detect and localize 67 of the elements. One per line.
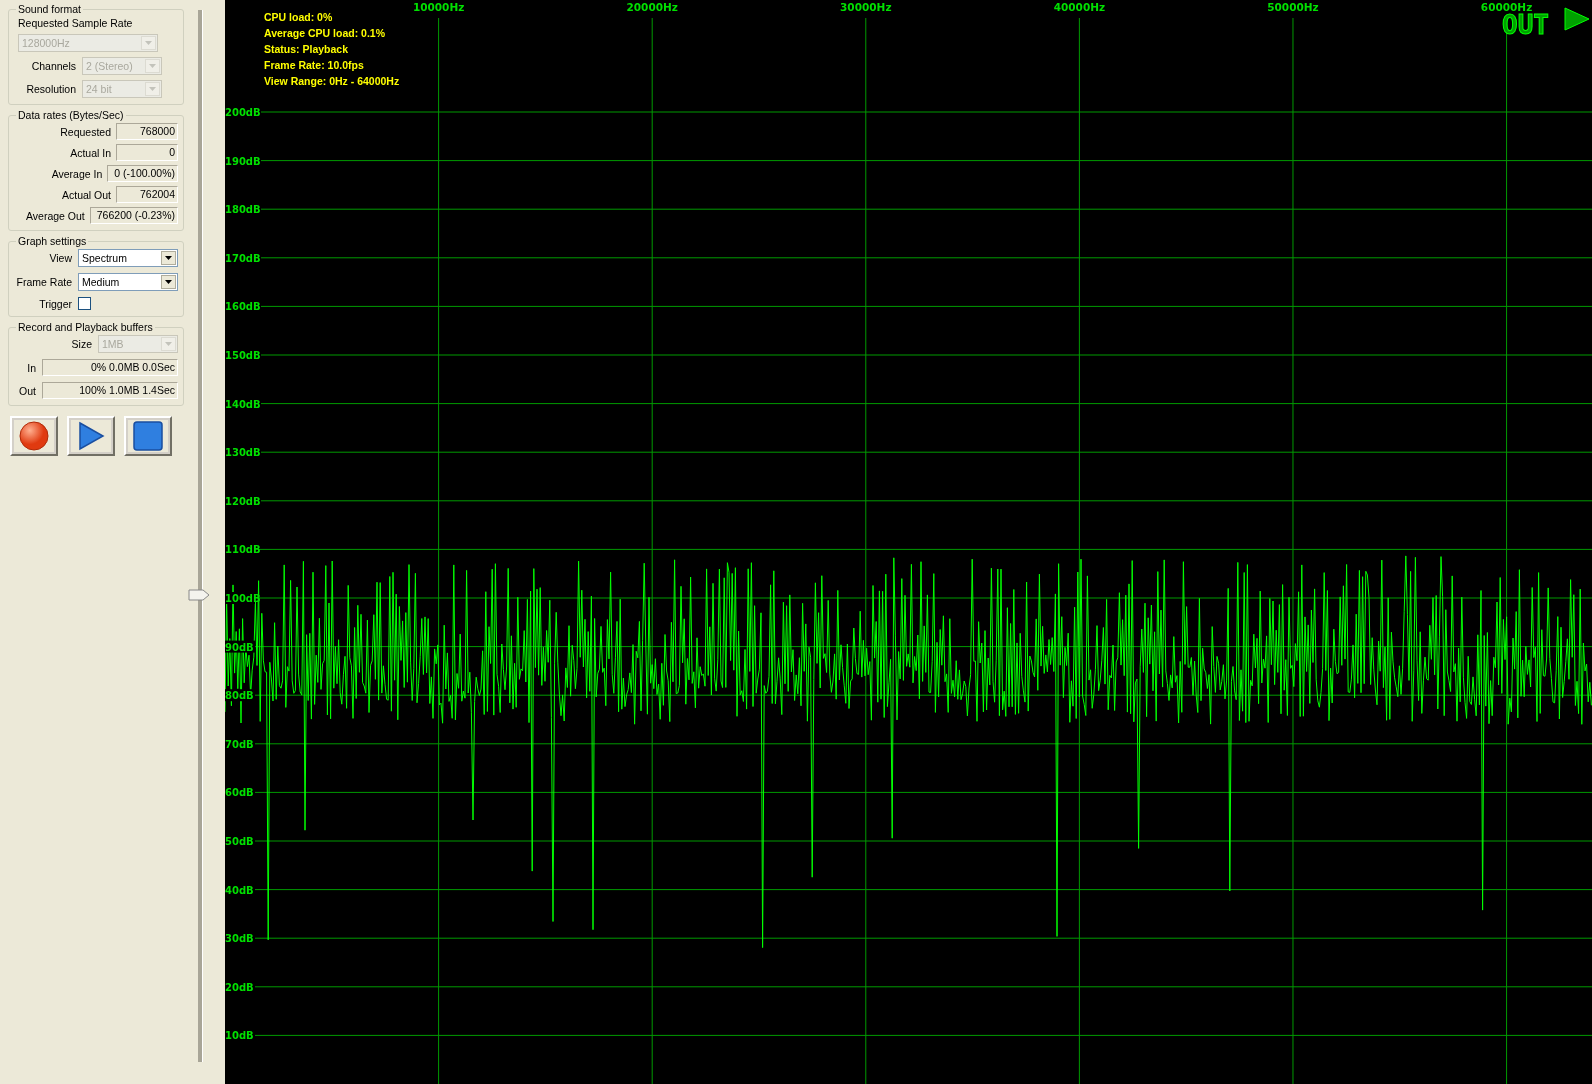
record-icon [19, 421, 49, 451]
rate-label: Average In [51, 167, 103, 180]
rate-value: 0 (-100.00%) [107, 165, 178, 182]
slider-track[interactable] [188, 10, 212, 1062]
buffer-value: 0% 0.0MB 0.0Sec [42, 359, 178, 376]
level-label: 70dB [225, 738, 254, 750]
level-label: 190dB [225, 155, 261, 167]
level-label: 10dB [225, 1030, 254, 1042]
level-label: 130dB [225, 447, 261, 459]
field-label: Resolution [25, 83, 76, 95]
field-label: Size [70, 338, 92, 350]
frequency-label: 60000Hz [1480, 1, 1533, 13]
frequency-label: 40000Hz [1053, 1, 1106, 13]
level-label: 150dB [225, 350, 261, 361]
field-label: Trigger [38, 297, 72, 310]
status-text: CPU load: 0% [264, 11, 333, 23]
status-text: Frame Rate: 10.0fps [264, 59, 364, 71]
status-text: View Range: 0Hz - 64000Hz [264, 75, 400, 87]
level-label: 140dB [225, 398, 261, 410]
rate-label: Actual Out [61, 188, 111, 201]
play-button[interactable] [67, 416, 115, 456]
rate-label: Average Out [26, 209, 85, 222]
rate-value: 762004 [116, 186, 178, 203]
group-title: Graph settings [17, 235, 88, 247]
level-label: 60dB [225, 787, 254, 799]
level-label: 170dB [225, 252, 261, 264]
level-label: 50dB [225, 836, 254, 847]
level-label: 110dB [225, 544, 261, 556]
field-label: Channels [30, 60, 76, 72]
frequency-label: 50000Hz [1267, 1, 1319, 13]
play-icon [1564, 7, 1590, 31]
status-text: Average CPU load: 0.1% [264, 27, 385, 39]
rate-value: 766200 (-0.23%) [89, 207, 178, 224]
rate-value: 768000 [116, 123, 178, 140]
field-label: View [48, 252, 72, 264]
group-title: Sound format [17, 3, 83, 15]
frequency-label: 30000Hz [840, 1, 892, 13]
slider-thumb[interactable] [188, 588, 210, 601]
level-label: 180dB [225, 204, 261, 216]
level-label: 90dB [225, 641, 254, 653]
rate-label: Actual In [70, 146, 111, 159]
buffer-label: Out [18, 384, 36, 397]
level-label: 40dB [225, 884, 254, 896]
level-label: 80dB [225, 690, 254, 702]
rate-label: Requested [60, 125, 111, 138]
level-label: 120dB [225, 495, 261, 507]
rate-value: 0 [116, 144, 178, 161]
trigger-checkbox[interactable] [78, 297, 91, 310]
field-label: Requested Sample Rate [17, 17, 134, 29]
frequency-label: 20000Hz [626, 1, 678, 13]
record-button[interactable] [10, 416, 58, 456]
group-title: Data rates (Bytes/Sec) [17, 109, 125, 121]
play-icon [77, 421, 105, 451]
field-label: Frame Rate [15, 276, 72, 288]
level-label: 20dB [225, 981, 254, 993]
level-label: 30dB [225, 933, 254, 945]
level-label: 200dB [225, 107, 261, 118]
stop-icon [133, 421, 163, 451]
graph-dropdown[interactable]: Spectrum [78, 249, 178, 267]
level-label: 160dB [225, 301, 261, 313]
group-title: Record and Playback buffers [17, 321, 154, 333]
frequency-label: 10000Hz [412, 1, 465, 13]
buffer-value: 100% 1.0MB 1.4Sec [42, 382, 178, 399]
graph-dropdown[interactable]: Medium [78, 273, 178, 291]
stop-button[interactable] [124, 416, 172, 456]
status-text: Status: Playback [264, 43, 349, 55]
buffer-label: In [26, 361, 36, 374]
